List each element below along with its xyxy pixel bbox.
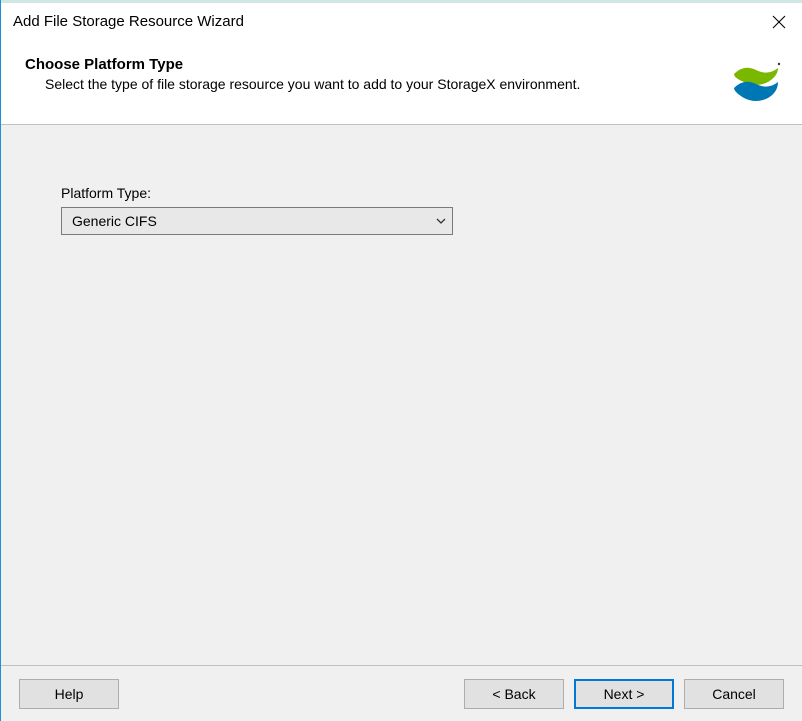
wizard-header: Choose Platform Type Select the type of …	[1, 40, 802, 125]
help-button[interactable]: Help	[19, 679, 119, 709]
platform-type-value: Generic CIFS	[72, 213, 157, 229]
close-icon	[772, 15, 786, 29]
back-button[interactable]: < Back	[464, 679, 564, 709]
next-button[interactable]: Next >	[574, 679, 674, 709]
footer-right-group: < Back Next > Cancel	[464, 679, 784, 709]
cancel-button[interactable]: Cancel	[684, 679, 784, 709]
wizard-footer: Help < Back Next > Cancel	[1, 665, 802, 721]
wizard-content: Platform Type: Generic CIFS	[1, 125, 802, 665]
wizard-window: Add File Storage Resource Wizard Choose …	[0, 0, 802, 721]
chevron-down-icon	[436, 213, 446, 229]
footer-left-group: Help	[19, 679, 119, 709]
close-button[interactable]	[756, 4, 802, 40]
wizard-step-description: Select the type of file storage resource…	[45, 75, 665, 94]
wizard-step-title: Choose Platform Type	[25, 56, 710, 73]
storagex-logo-icon	[730, 56, 782, 108]
titlebar: Add File Storage Resource Wizard	[1, 0, 802, 40]
window-title: Add File Storage Resource Wizard	[13, 13, 244, 30]
platform-type-label: Platform Type:	[61, 185, 742, 201]
wizard-header-text: Choose Platform Type Select the type of …	[25, 56, 730, 94]
platform-type-dropdown[interactable]: Generic CIFS	[61, 207, 453, 235]
